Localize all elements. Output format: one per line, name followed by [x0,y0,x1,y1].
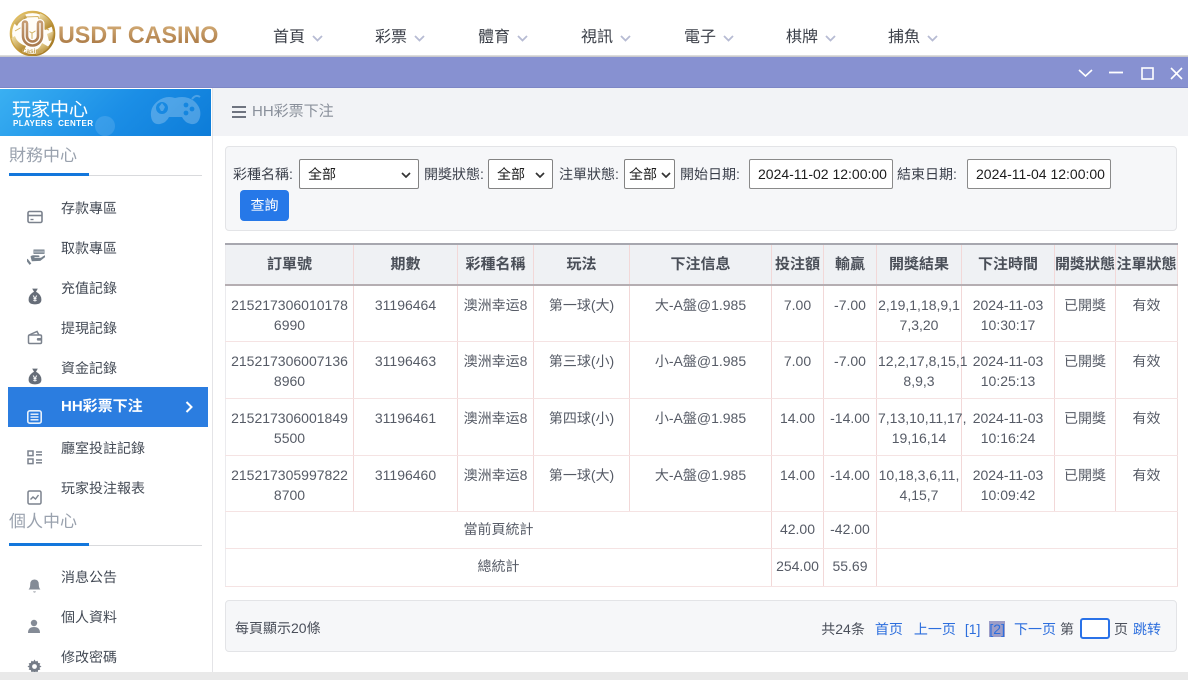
svg-text:¥: ¥ [33,375,38,384]
svg-text:Casino: Casino [22,48,44,55]
svg-text:¥: ¥ [33,295,38,304]
